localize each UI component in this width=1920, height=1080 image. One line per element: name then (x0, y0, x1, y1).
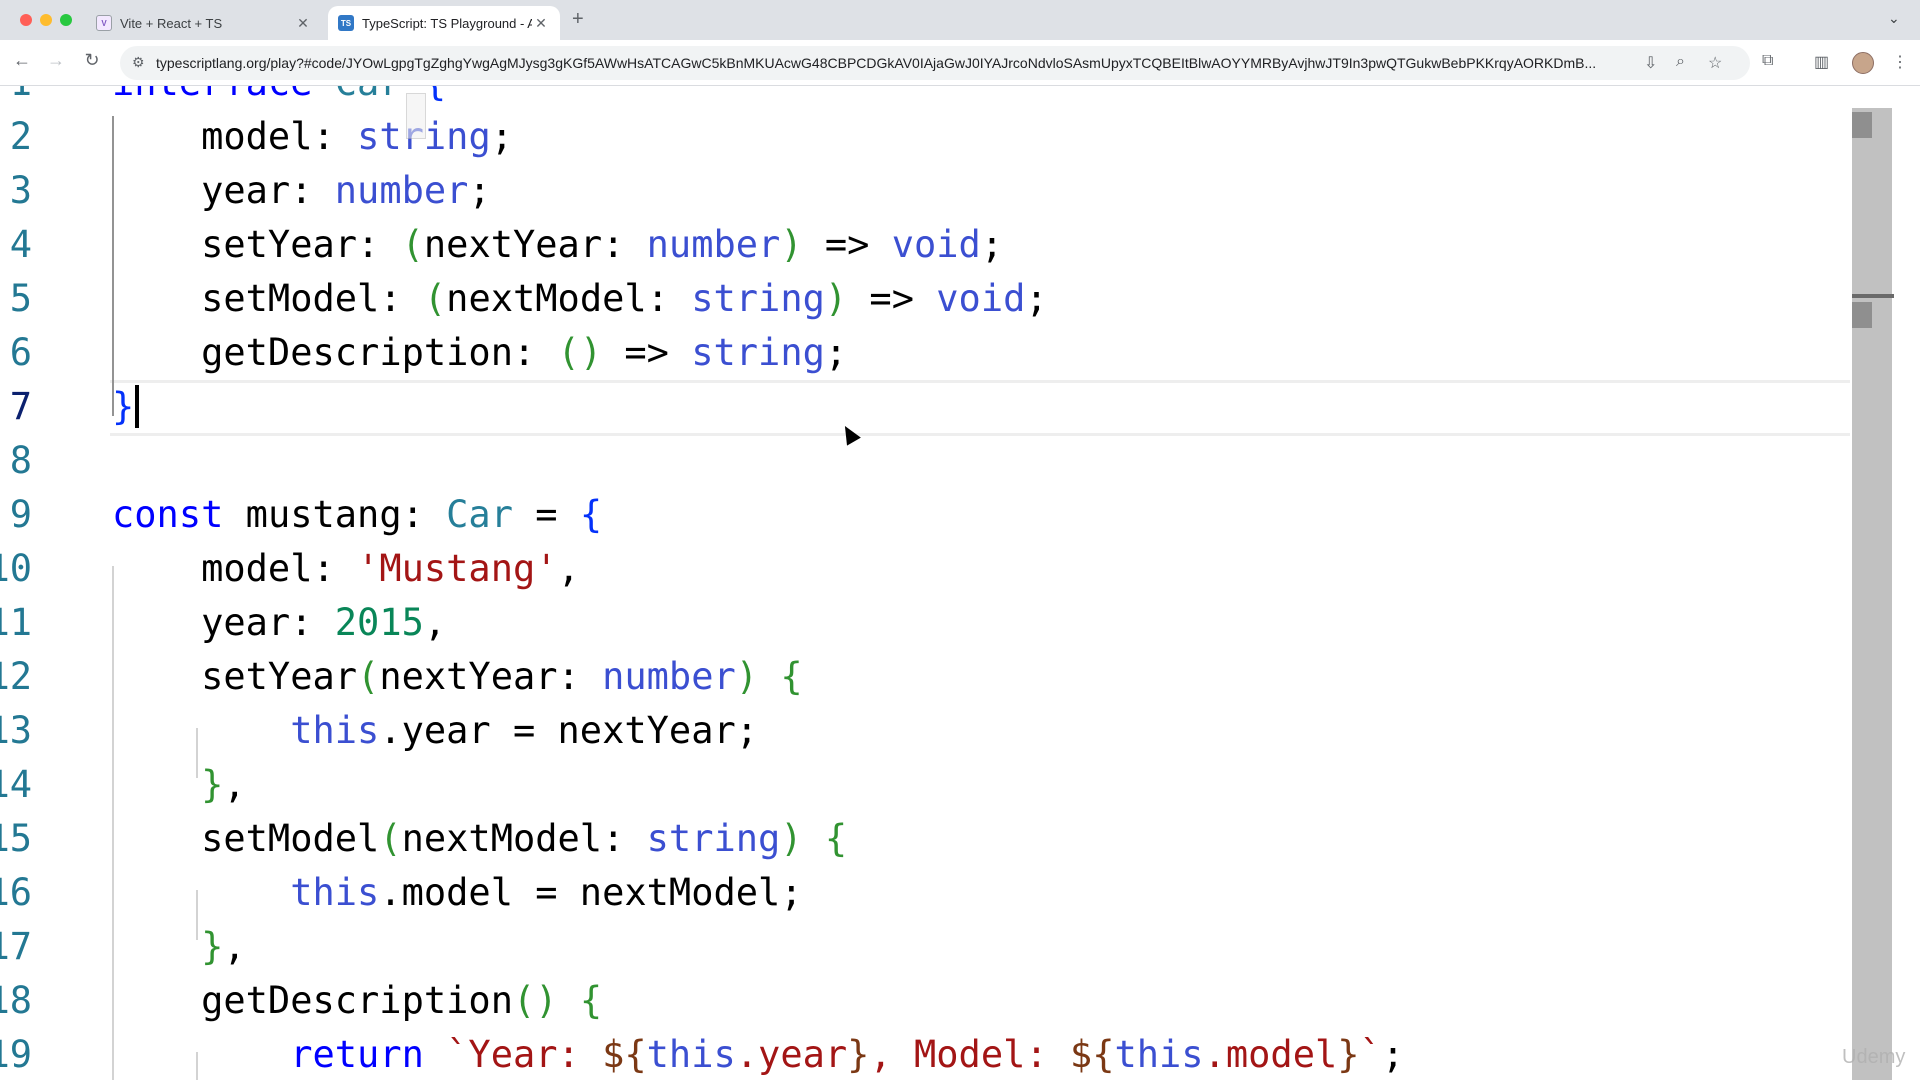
code-text: const mustang: Car = { (112, 493, 603, 536)
code-text: }, (201, 925, 246, 968)
line-number: 7 (9, 385, 32, 428)
line-number: 11 (0, 601, 32, 644)
code-text: }, (201, 763, 246, 806)
profile-avatar[interactable] (1852, 52, 1874, 74)
address-bar[interactable]: ⚙ typescriptlang.org/play?#code/JYOwLgpg… (120, 46, 1750, 80)
indent-guide (112, 566, 114, 1080)
code-text: getDescription: () => string; (201, 331, 848, 374)
code-text: setModel(nextModel: string) { (112, 817, 848, 860)
code-line[interactable]: 6 getDescription: () => string; (0, 326, 1880, 380)
code-line[interactable]: 17 }, (0, 920, 1880, 974)
code-line[interactable]: 1 interface Car { (0, 86, 1880, 110)
tab-close-icon[interactable]: ✕ (532, 15, 550, 32)
code-text: this.model = nextModel; (290, 871, 803, 914)
line-number: 9 (9, 493, 32, 536)
url-text[interactable]: typescriptlang.org/play?#code/JYOwLgpgTg… (156, 55, 1636, 71)
forward-arrow-icon[interactable]: → (44, 50, 68, 71)
line-number: 14 (0, 763, 32, 806)
code-text: return `Year: ${this.year}, Model: ${thi… (290, 1033, 1405, 1076)
line-number: 13 (0, 709, 32, 752)
install-app-icon[interactable]: ⇩ (1644, 53, 1657, 73)
code-line[interactable]: 19 return `Year: ${this.year}, Model: ${… (0, 1028, 1880, 1080)
more-menu-icon[interactable]: ⋮ (1892, 52, 1908, 72)
code-line[interactable]: 12 setYear(nextYear: number) { (0, 650, 1880, 704)
tab-close-icon[interactable]: ✕ (294, 15, 312, 32)
indent-guide (196, 728, 198, 778)
text-caret (135, 385, 140, 428)
tab-search-chevron-icon[interactable]: ⌄ (1888, 10, 1900, 27)
indent-guide (196, 1052, 198, 1080)
code-text: model: 'Mustang', (112, 547, 580, 590)
code-line[interactable]: 13 this.year = nextYear; (0, 704, 1880, 758)
code-line[interactable]: 15 setModel(nextModel: string) { (0, 812, 1880, 866)
line-number: 6 (9, 331, 32, 374)
reload-icon[interactable]: ↻ (80, 50, 104, 71)
editor-scrollbar-thumb[interactable] (1852, 108, 1892, 1080)
line-number: 12 (0, 655, 32, 698)
tab-title: Vite + React + TS (120, 15, 223, 31)
extensions-puzzle-icon[interactable]: ⧉ (1762, 52, 1773, 70)
line-number: 16 (0, 871, 32, 914)
code-text: getDescription() { (112, 979, 603, 1022)
code-line[interactable]: 11 year: 2015, (0, 596, 1880, 650)
code-text: setModel: (nextModel: string) => void; (201, 277, 1048, 320)
code-text: interface Car { (112, 86, 446, 110)
line-number: 15 (0, 817, 32, 860)
tab-vite-react-ts[interactable]: V Vite + React + TS ✕ (86, 6, 322, 40)
udemy-watermark: Udemy (1842, 1046, 1906, 1068)
line-number: 4 (9, 223, 32, 266)
code-line[interactable]: 9 const mustang: Car = { (0, 488, 1880, 542)
code-text: } (112, 380, 140, 434)
line-number: 19 (0, 1033, 32, 1076)
code-text: model: string; (201, 115, 513, 158)
window-zoom-button[interactable] (60, 14, 72, 26)
code-line[interactable]: 2 model: string; (0, 110, 1880, 164)
line-number: 2 (9, 115, 32, 158)
tab-title: TypeScript: TS Playground - A (362, 15, 532, 31)
indent-guide (196, 890, 198, 940)
window-close-button[interactable] (20, 14, 32, 26)
scrollbar-cursor-marker (1852, 294, 1894, 298)
code-line[interactable]: 16 this.model = nextModel; (0, 866, 1880, 920)
code-line[interactable]: 14 }, (0, 758, 1880, 812)
line-number: 10 (0, 547, 32, 590)
back-arrow-icon[interactable]: ← (10, 50, 34, 71)
code-text: this.year = nextYear; (290, 709, 759, 752)
typescript-icon: TS (338, 15, 354, 31)
browser-tab-strip: V Vite + React + TS ✕ TS TypeScript: TS … (0, 0, 1920, 40)
line-number: 18 (0, 979, 32, 1022)
code-line[interactable]: 18 getDescription() { (0, 974, 1880, 1028)
code-text: setYear: (nextYear: number) => void; (201, 223, 1004, 266)
scrollbar-marker (1852, 112, 1872, 138)
line-number: 8 (9, 439, 32, 482)
line-number: 17 (0, 925, 32, 968)
matching-bracket-highlight (406, 93, 426, 139)
side-panel-icon[interactable]: ▥ (1814, 52, 1829, 72)
code-line[interactable]: 3 year: number; (0, 164, 1880, 218)
site-info-icon[interactable]: ⚙ (132, 54, 145, 71)
new-tab-button[interactable]: + (572, 8, 584, 31)
code-text: year: 2015, (112, 601, 447, 644)
code-editor[interactable]: 1 interface Car { 2 model: string; 3 yea… (0, 86, 1920, 1080)
code-text: year: number; (201, 169, 491, 212)
code-line[interactable]: 8 (0, 434, 1880, 488)
code-line[interactable]: 4 setYear: (nextYear: number) => void; (0, 218, 1880, 272)
code-line[interactable]: 10 model: 'Mustang', (0, 542, 1880, 596)
code-text: setYear(nextYear: number) { (112, 655, 803, 698)
line-number: 3 (9, 169, 32, 212)
line-number: 5 (9, 277, 32, 320)
bookmark-star-icon[interactable]: ☆ (1708, 53, 1722, 73)
code-line[interactable]: 5 setModel: (nextModel: string) => void; (0, 272, 1880, 326)
zoom-icon[interactable]: ⌕ (1676, 53, 1685, 71)
line-number: 1 (10, 86, 32, 110)
indent-guide (112, 116, 114, 416)
vite-icon: V (96, 15, 112, 31)
code-lines: 1 interface Car { 2 model: string; 3 yea… (0, 86, 1880, 1080)
window-minimize-button[interactable] (40, 14, 52, 26)
scrollbar-marker (1852, 302, 1872, 328)
browser-toolbar: ← → ↻ ⚙ typescriptlang.org/play?#code/JY… (0, 40, 1920, 86)
tab-typescript-playground[interactable]: TS TypeScript: TS Playground - A ✕ (328, 6, 560, 40)
code-line-current[interactable]: 7 } (0, 380, 1880, 436)
